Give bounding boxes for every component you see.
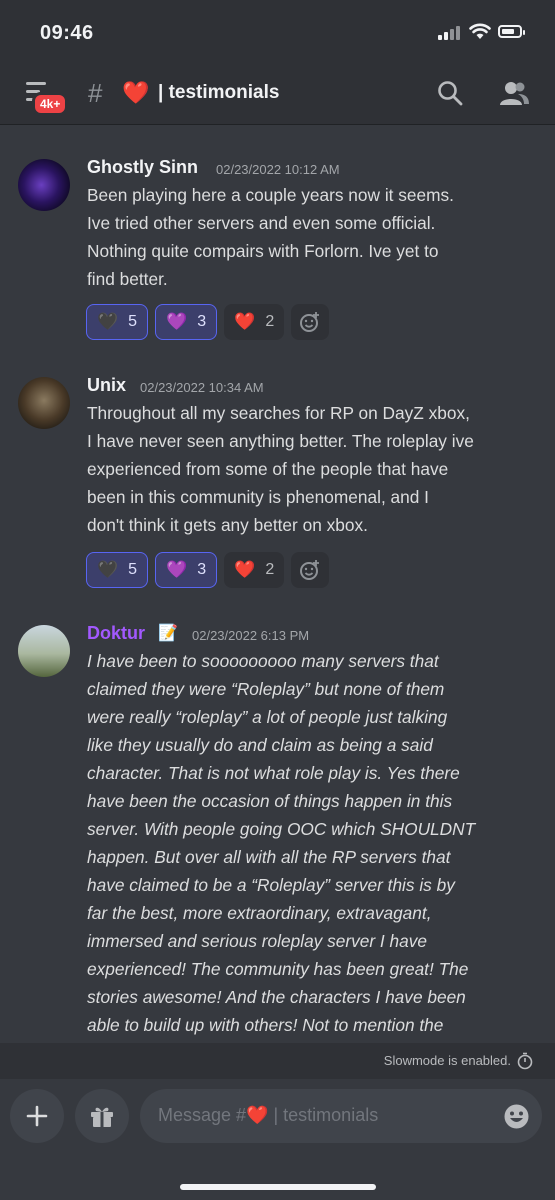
wifi-icon (469, 22, 491, 45)
status-time: 09:46 (40, 22, 94, 44)
message-timestamp: 02/23/2022 10:34 AM (140, 380, 264, 395)
avatar[interactable] (18, 159, 70, 211)
channel-title[interactable]: | testimonials (158, 82, 279, 104)
message-line: experienced! The community has been grea… (87, 959, 469, 979)
reaction-purple-heart[interactable]: 💜 3 (155, 552, 218, 588)
author-name[interactable]: Ghostly Sinn (87, 157, 198, 178)
message-line: were really “roleplay” a lot of people j… (87, 707, 448, 727)
message-timestamp: 02/23/2022 6:13 PM (192, 628, 310, 643)
reaction-count: 3 (197, 561, 207, 578)
message-line: character. That is not what role play is… (87, 763, 460, 783)
signal-icon (438, 26, 460, 40)
reaction-emoji: 💜 (166, 312, 188, 331)
author-name[interactable]: Unix (87, 375, 126, 396)
gift-button[interactable] (75, 1089, 129, 1143)
reaction-count: 3 (197, 313, 207, 330)
emoji-icon[interactable] (503, 1103, 530, 1135)
placeholder-prefix: Message # (158, 1105, 247, 1125)
message-placeholder: Message #❤️ | testimonials (158, 1105, 378, 1126)
message-line: far the best, more extraordinary, extrav… (87, 903, 432, 923)
message-line: I have never seen anything better. The r… (87, 431, 474, 451)
reaction-bar: 🖤 5 💜 3 ❤️ 2 (86, 552, 330, 588)
reaction-count: 2 (265, 313, 275, 330)
notification-badge: 4k+ (32, 92, 69, 116)
plus-icon (26, 1105, 48, 1127)
add-attachment-button[interactable] (10, 1089, 64, 1143)
status-bar: 09:46 (0, 0, 555, 62)
message-line: Been playing here a couple years now it … (87, 185, 454, 205)
message-line: have claimed to be a “Roleplay” server t… (87, 875, 455, 895)
message-line: experienced from some of the people that… (87, 459, 449, 479)
reaction-emoji: ❤️ (234, 560, 256, 579)
slowmode-text: Slowmode is enabled. (383, 1053, 511, 1068)
message-content: I have been to sooooooooo many servers t… (87, 647, 537, 1039)
reaction-red-heart[interactable]: ❤️ 2 (224, 552, 285, 588)
message-content: Been playing here a couple years now it … (87, 181, 537, 293)
add-reaction-icon[interactable] (291, 304, 330, 340)
reaction-emoji: 🖤 (97, 560, 119, 579)
reaction-count: 2 (265, 561, 275, 578)
reaction-bar: 🖤 5 💜 3 ❤️ 2 (86, 304, 330, 340)
message-line: Nothing quite compairs with Forlorn. Ive… (87, 241, 439, 261)
timer-icon (517, 1052, 533, 1075)
message-line: Throughout all my searches for RP on Day… (87, 403, 470, 423)
placeholder-suffix: | testimonials (268, 1105, 379, 1125)
avatar[interactable] (18, 377, 70, 429)
message-line: server. With people going OOC which SHOU… (87, 819, 476, 839)
author-name[interactable]: Doktur (87, 623, 145, 644)
reaction-black-heart[interactable]: 🖤 5 (86, 304, 149, 340)
message-line: been in this community is phenomenal, an… (87, 487, 429, 507)
message-line: happen. But over all with all the RP ser… (87, 847, 451, 867)
message-line: able to build up with others! Not to men… (87, 1015, 444, 1035)
message-line: don't think it gets any better on xbox. (87, 515, 368, 535)
message-line: immersed and serious roleplay server I h… (87, 931, 428, 951)
slowmode-bar: Slowmode is enabled. (0, 1043, 555, 1079)
add-reaction-icon[interactable] (291, 552, 330, 588)
message-line: claimed they were “Roleplay” but none of… (87, 679, 445, 699)
battery-icon (498, 25, 525, 38)
search-icon[interactable] (437, 80, 463, 111)
channel-emoji: ❤️ (122, 80, 150, 105)
message-line: stories awesome! And the characters I ha… (87, 987, 466, 1007)
message-line: find better. (87, 269, 168, 289)
author-badge-emoji: 📝 (158, 625, 178, 642)
message-timestamp: 02/23/2022 10:12 AM (216, 162, 340, 177)
avatar[interactable] (18, 625, 70, 677)
message-list[interactable]: Ghostly Sinn 02/23/2022 10:12 AM Been pl… (0, 125, 555, 1043)
reaction-black-heart[interactable]: 🖤 5 (86, 552, 149, 588)
reaction-emoji: 💜 (166, 560, 188, 579)
message-composer: Message #❤️ | testimonials (0, 1079, 555, 1200)
gift-icon (91, 1107, 113, 1127)
message-input[interactable]: Message #❤️ | testimonials (140, 1089, 542, 1143)
reaction-count: 5 (128, 561, 138, 578)
message-line: have been the occasion of things happen … (87, 791, 453, 811)
message-content: Throughout all my searches for RP on Day… (87, 399, 537, 539)
home-indicator (180, 1184, 376, 1190)
reaction-red-heart[interactable]: ❤️ 2 (224, 304, 285, 340)
message-line: Ive tried other servers and even some of… (87, 213, 436, 233)
placeholder-emoji: ❤️ (246, 1105, 269, 1125)
message-line: I have been to sooooooooo many servers t… (87, 651, 439, 671)
reaction-purple-heart[interactable]: 💜 3 (155, 304, 218, 340)
channel-header: 4k+ # ❤️ | testimonials (0, 62, 555, 125)
reaction-count: 5 (128, 313, 138, 330)
reaction-emoji: 🖤 (97, 312, 119, 331)
members-icon[interactable] (498, 80, 530, 111)
message-line: like they usually do and claim as being … (87, 735, 433, 755)
channel-hash-icon: # (88, 78, 103, 108)
reaction-emoji: ❤️ (234, 312, 256, 331)
